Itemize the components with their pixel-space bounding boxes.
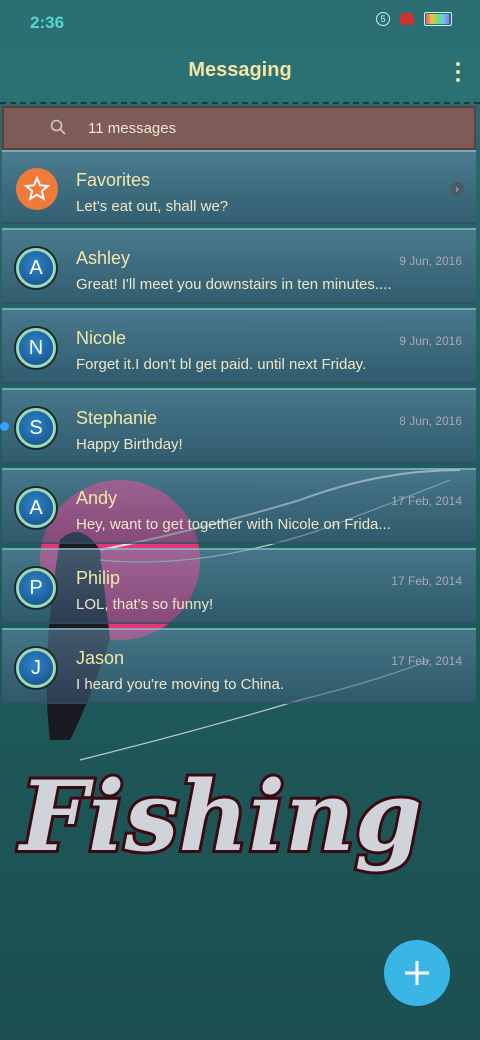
thread-preview: Hey, want to get together with Nicole on… [76, 516, 391, 533]
thread-name: Favorites [76, 170, 151, 190]
thread-name: Andy [76, 488, 118, 508]
app-notification-icon [400, 13, 414, 25]
thread-name: Jason [76, 648, 125, 668]
page-title: Messaging [188, 59, 292, 81]
avatar: A [16, 488, 56, 528]
thread-favorites[interactable]: Favorites Let's eat out, shall we? › [2, 150, 476, 224]
more-dot [456, 78, 460, 82]
app-bar: Messaging [0, 46, 480, 104]
notification-badge: 5 [376, 12, 390, 26]
thread-name: Ashley [76, 248, 131, 268]
avatar: J [16, 648, 56, 688]
more-dot [456, 70, 460, 74]
search-icon [50, 119, 66, 135]
wallpaper-fishing-text: Fishing [17, 760, 422, 873]
more-options-button[interactable] [450, 57, 466, 87]
unread-indicator [0, 422, 9, 431]
battery-icon [424, 12, 452, 26]
thread-preview: Happy Birthday! [76, 436, 183, 453]
thread-stephanie[interactable]: S Stephanie 8 Jun, 2016 Happy Birthday! [0, 388, 476, 464]
thread-ashley[interactable]: A Ashley 9 Jun, 2016 Great! I'll meet yo… [2, 228, 476, 304]
avatar: P [16, 568, 56, 608]
thread-philip[interactable]: P Philip 17 Feb, 2014 LOL, that's so fun… [2, 548, 476, 624]
avatar: N [16, 328, 56, 368]
thread-preview: Great! I'll meet you downstairs in ten m… [76, 276, 392, 293]
status-bar: 2:36 5 [0, 0, 480, 46]
thread-andy[interactable]: A Andy 17 Feb, 2014 Hey, want to get tog… [2, 468, 476, 544]
thread-date: 17 Feb, 2014 [391, 654, 462, 668]
thread-date: 17 Feb, 2014 [391, 574, 462, 588]
status-icons: 5 [376, 12, 452, 26]
thread-name: Philip [76, 568, 121, 588]
thread-date: 8 Jun, 2016 [399, 414, 462, 428]
thread-nicole[interactable]: N Nicole 9 Jun, 2016 Forget it.I don't b… [2, 308, 476, 384]
search-bar[interactable]: 11 messages [2, 106, 476, 150]
chevron-right-icon: › [450, 182, 464, 196]
favorites-star-icon [16, 168, 58, 210]
thread-preview: LOL, that's so funny! [76, 596, 214, 613]
thread-preview: Forget it.I don't bl get paid. until nex… [76, 356, 367, 373]
thread-date: 17 Feb, 2014 [391, 494, 462, 508]
avatar: S [16, 408, 56, 448]
plus-icon [405, 961, 429, 985]
thread-name: Nicole [76, 328, 127, 348]
thread-preview: I heard you're moving to China. [76, 676, 284, 693]
status-time: 2:36 [30, 13, 65, 32]
more-dot [456, 62, 460, 66]
search-placeholder: 11 messages [88, 120, 177, 137]
thread-preview: Let's eat out, shall we? [76, 198, 229, 215]
thread-date: 9 Jun, 2016 [399, 334, 462, 348]
thread-jason[interactable]: J Jason 17 Feb, 2014 I heard you're movi… [2, 628, 476, 704]
thread-list: Favorites Let's eat out, shall we? › A A… [0, 150, 476, 708]
thread-date: 9 Jun, 2016 [399, 254, 462, 268]
avatar: A [16, 248, 56, 288]
thread-name: Stephanie [76, 408, 158, 428]
compose-button[interactable] [384, 940, 450, 1006]
